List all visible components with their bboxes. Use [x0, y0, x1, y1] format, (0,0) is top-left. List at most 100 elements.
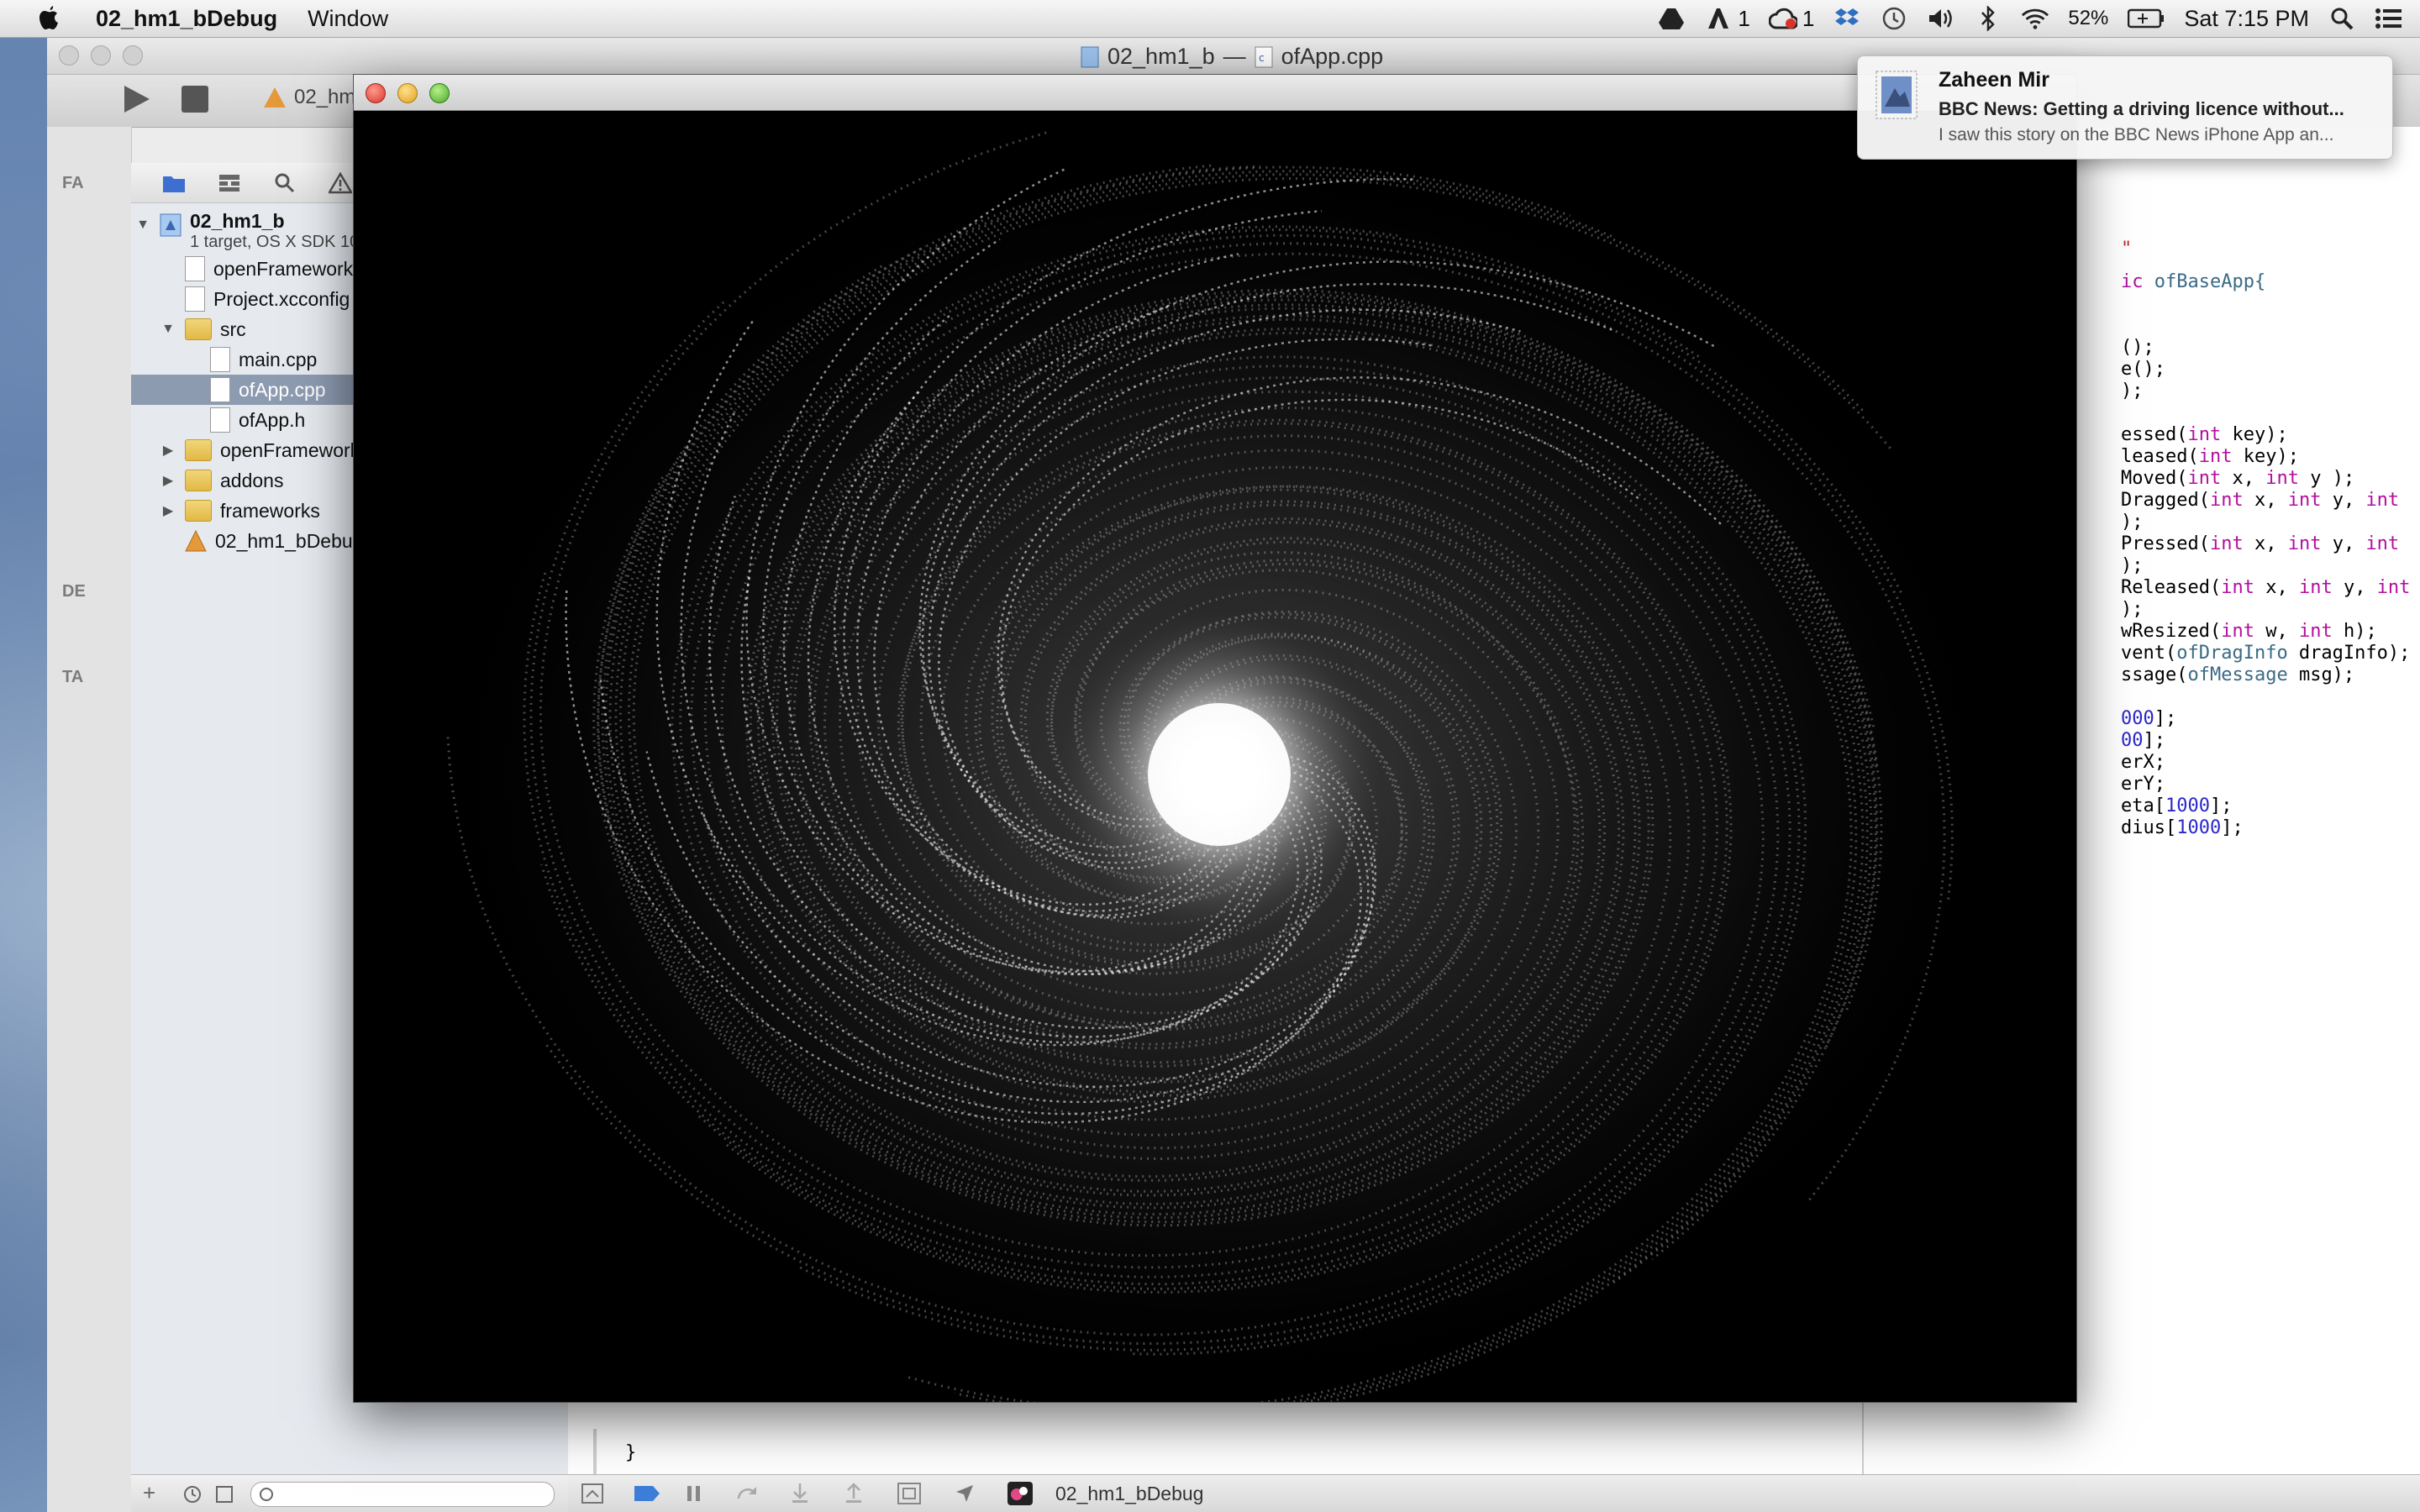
app-canvas[interactable]	[354, 111, 2076, 1415]
time-machine-icon[interactable]	[1880, 4, 1908, 33]
project-name: 02_hm1_b	[190, 210, 285, 232]
code-token: int	[2365, 490, 2400, 511]
window-title: 02_hm1_b — c ofApp.cpp	[1081, 44, 1383, 70]
pause-icon[interactable]	[686, 1483, 702, 1504]
disclosure-closed-icon[interactable]: ▶	[160, 442, 176, 459]
disclosure-closed-icon[interactable]: ▶	[160, 502, 176, 519]
battery-icon[interactable]	[2127, 4, 2165, 33]
close-button[interactable]	[59, 45, 79, 66]
step-into-icon[interactable]	[790, 1482, 810, 1505]
code-line: e();	[2121, 359, 2165, 380]
menu-bar: 02_hm1_bDebug Window 1 1 52% Sat 7:15 PM	[0, 0, 2420, 38]
title-file: ofApp.cpp	[1281, 44, 1384, 69]
folder-icon	[185, 470, 212, 491]
add-icon[interactable]: +	[143, 1480, 155, 1506]
header-file-icon	[210, 407, 230, 433]
spotlight-search-icon[interactable]	[2328, 4, 2356, 33]
code-token: int	[2209, 490, 2244, 511]
code-token: 000	[2121, 708, 2154, 729]
creative-cloud-icon[interactable]	[1768, 4, 1797, 33]
code-line: erX;	[2121, 752, 2165, 773]
app-menu[interactable]: 02_hm1_bDebug	[96, 6, 277, 32]
code-token: ssage(	[2121, 664, 2188, 685]
adobe-icon[interactable]	[1704, 4, 1733, 33]
code-token: ofBaseApp{	[2154, 271, 2266, 292]
issue-navigator-tab-icon[interactable]	[328, 171, 353, 196]
app-product-icon	[185, 529, 207, 552]
app-icon	[1007, 1482, 1033, 1505]
simulate-location-icon[interactable]	[955, 1483, 975, 1504]
bluetooth-icon[interactable]	[1974, 4, 2002, 33]
app-titlebar	[354, 75, 2076, 111]
disclosure-open-icon[interactable]: ▼	[160, 321, 176, 338]
app-target-icon	[264, 87, 286, 108]
code-line: }	[625, 1442, 637, 1463]
code-token: x,	[2243, 533, 2288, 554]
navigator-filter-input[interactable]	[250, 1482, 555, 1507]
code-token: y,	[2332, 577, 2377, 598]
plist-file-icon	[185, 256, 205, 281]
find-navigator-tab-icon[interactable]	[272, 171, 297, 196]
disclosure-closed-icon[interactable]: ▶	[160, 472, 176, 489]
minimize-button[interactable]	[91, 45, 111, 66]
app-minimize-button[interactable]	[397, 83, 418, 103]
tree-item-label: openFrameworks	[220, 438, 370, 461]
notification-title: Zaheen Mir	[1939, 68, 2049, 92]
tree-item-label: ofApp.h	[239, 408, 306, 431]
zoom-button[interactable]	[123, 45, 143, 66]
symbol-navigator-tab-icon[interactable]	[217, 171, 242, 196]
debug-view-hierarchy-icon[interactable]	[897, 1483, 921, 1504]
notification-center-icon[interactable]	[2375, 4, 2403, 33]
scm-filter-icon[interactable]	[215, 1485, 234, 1504]
code-token: ofDragInfo	[2176, 643, 2288, 664]
code-token: key);	[2232, 446, 2299, 467]
code-token: y,	[2321, 490, 2366, 511]
title-project: 02_hm1_b	[1107, 44, 1215, 69]
code-line: );	[2121, 512, 2144, 533]
code-token: int	[2287, 533, 2322, 554]
code-token: ];	[2209, 795, 2233, 816]
notification-banner[interactable]: Zaheen Mir BBC News: Getting a driving l…	[1857, 55, 2393, 160]
code-token: int	[2209, 533, 2244, 554]
strip-label-fa: FA	[62, 174, 84, 192]
adobe-count: 1	[1738, 5, 1750, 31]
hide-debug-area-icon[interactable]	[581, 1483, 603, 1504]
strip-label-de: DE	[62, 582, 86, 601]
tree-item-label: src	[220, 318, 246, 340]
creative-cloud-count: 1	[1802, 5, 1815, 31]
app-zoom-button[interactable]	[429, 83, 450, 103]
cpp-file-icon	[210, 377, 230, 402]
run-button[interactable]	[119, 82, 153, 116]
breakpoints-toggle-icon[interactable]	[634, 1485, 660, 1502]
dropbox-icon[interactable]	[1833, 4, 1861, 33]
step-over-icon[interactable]	[736, 1483, 760, 1504]
code-token: ];	[2154, 708, 2177, 729]
volume-icon[interactable]	[1927, 4, 1955, 33]
app-close-button[interactable]	[366, 83, 386, 103]
code-token: int	[2187, 468, 2222, 489]
xcodeproj-icon	[160, 213, 182, 237]
project-navigator-tab-icon[interactable]	[161, 171, 187, 196]
google-drive-icon[interactable]	[1657, 4, 1686, 33]
disclosure-open-icon[interactable]: ▼	[134, 217, 151, 234]
tree-item-label: ofApp.cpp	[239, 378, 326, 401]
code-token: vent(	[2121, 643, 2177, 664]
code-token: int	[2187, 424, 2222, 445]
scheme-label: 02_hm	[294, 86, 356, 108]
code-token: msg);	[2287, 664, 2355, 685]
debug-target-label: 02_hm1_bDebug	[1055, 1483, 1204, 1504]
scheme-selector[interactable]: 02_hm	[262, 86, 355, 109]
stop-button[interactable]	[182, 86, 208, 113]
code-line: );	[2121, 555, 2144, 576]
code-token: dius[	[2121, 817, 2177, 838]
apple-menu-icon[interactable]	[32, 2, 66, 35]
step-out-icon[interactable]	[844, 1482, 864, 1505]
code-token: x,	[2221, 468, 2266, 489]
window-menu[interactable]: Window	[308, 6, 388, 32]
code-token: int	[2298, 621, 2333, 642]
clock[interactable]: Sat 7:15 PM	[2184, 6, 2309, 32]
code-token: int	[2376, 577, 2411, 598]
wifi-icon[interactable]	[2021, 4, 2049, 33]
strip-label-ta: TA	[62, 668, 84, 686]
recent-files-icon[interactable]	[183, 1485, 202, 1504]
